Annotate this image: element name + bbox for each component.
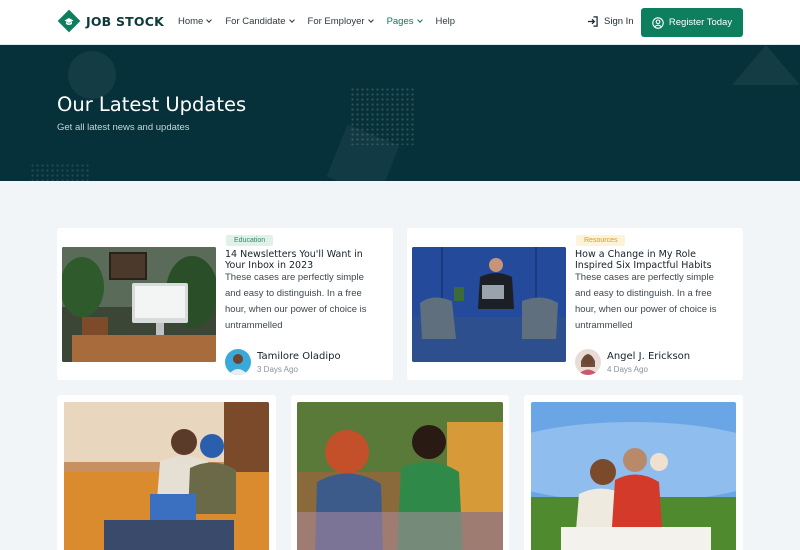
page-title: Our Latest Updates [57, 93, 247, 116]
post-card [291, 395, 509, 550]
nav-item-pages[interactable]: Pages [386, 16, 423, 27]
photo-women-talking-icon [297, 402, 503, 550]
photo-friends-laptop-icon [64, 402, 269, 550]
user-circle-icon [652, 16, 664, 29]
category-badge[interactable]: Resources [576, 235, 626, 246]
nav-item-for-candidate[interactable]: For Candidate [225, 16, 295, 27]
register-button[interactable]: Register Today [641, 8, 743, 37]
page-hero: Our Latest Updates Get all latest news a… [0, 45, 800, 181]
post-title[interactable]: 14 Newsletters You'll Want in Your Inbox… [225, 249, 383, 271]
post-image[interactable] [412, 247, 566, 362]
avatar-man-icon [225, 349, 251, 375]
nav-item-home[interactable]: Home [178, 16, 213, 27]
brand-name: JOB STOCK [86, 13, 164, 29]
nav-item-label: For Employer [307, 16, 365, 27]
avatar [225, 349, 251, 375]
photo-family-picnic-icon [531, 402, 736, 550]
post-image[interactable] [531, 402, 736, 550]
post-description: These cases are perfectly simple and eas… [575, 272, 717, 331]
nav-item-help[interactable]: Help [436, 16, 456, 27]
chevron-down-icon [367, 17, 374, 23]
post-card [57, 395, 276, 550]
post-author: Tamilore Oladipo 3 Days Ago [225, 349, 341, 375]
man-laptop-chair-photo-icon [412, 247, 566, 362]
decorative-circle [68, 51, 116, 99]
decorative-dots [30, 163, 90, 181]
post-card: Resources How a Change in My Role Inspir… [407, 228, 743, 380]
page-subtitle: Get all latest news and updates [57, 122, 190, 133]
nav-item-for-employer[interactable]: For Employer [307, 16, 374, 27]
post-time: 4 Days Ago [607, 364, 648, 374]
post-image[interactable] [297, 402, 503, 550]
post-image[interactable] [62, 247, 216, 362]
avatar-woman-icon [575, 349, 601, 375]
sign-in-icon [587, 16, 598, 27]
chevron-down-icon [206, 17, 213, 23]
register-label: Register Today [668, 17, 733, 28]
author-name: Tamilore Oladipo [257, 350, 341, 362]
post-time: 3 Days Ago [257, 364, 298, 374]
post-image[interactable] [64, 402, 269, 550]
chevron-down-icon [288, 17, 295, 23]
nav-item-label: For Candidate [225, 16, 286, 27]
post-card [524, 395, 743, 550]
category-badge[interactable]: Education [226, 235, 274, 246]
brand-logo[interactable]: JOB STOCK [57, 9, 164, 33]
main-nav: Home For Candidate For Employer Pages He… [178, 16, 469, 27]
nav-item-label: Pages [386, 16, 414, 27]
post-description: These cases are perfectly simple and eas… [225, 272, 367, 331]
author-name: Angel J. Erickson [607, 350, 691, 362]
decorative-triangle [732, 45, 800, 85]
post-author: Angel J. Erickson 4 Days Ago [575, 349, 690, 375]
top-navbar: JOB STOCK Home For Candidate For Employe… [0, 0, 800, 45]
post-card: Education 14 Newsletters You'll Want in … [57, 228, 393, 380]
sign-in-link[interactable]: Sign In [587, 16, 634, 27]
chevron-down-icon [416, 17, 423, 23]
logo-icon [57, 9, 81, 33]
sign-in-label: Sign In [604, 16, 634, 27]
nav-item-label: Home [178, 16, 204, 27]
nav-item-label: Help [435, 16, 456, 27]
avatar [575, 349, 601, 375]
office-desk-photo-icon [62, 247, 216, 362]
post-title[interactable]: How a Change in My Role Inspired Six Imp… [575, 249, 733, 271]
